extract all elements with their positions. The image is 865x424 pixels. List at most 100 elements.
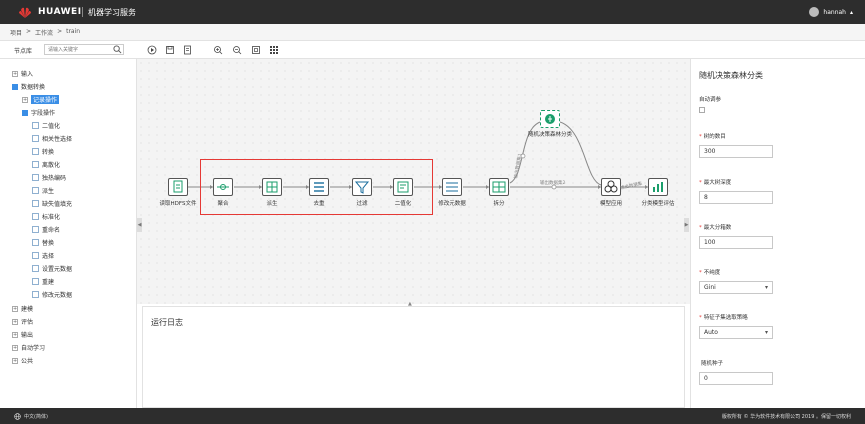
- tree-group-field-ops[interactable]: 字段操作: [22, 107, 55, 118]
- tree-icon: [545, 114, 555, 124]
- tree-group-data-transform[interactable]: 数据转换: [12, 81, 45, 92]
- breadcrumb-separator: >: [26, 28, 32, 35]
- breadcrumb: 项目 > 工作流 > train: [0, 24, 865, 41]
- toolbar: 节点库: [0, 41, 865, 59]
- node-label: 分类模型评估: [641, 201, 675, 207]
- user-menu[interactable]: hannah ▴: [809, 7, 853, 17]
- tree-group-common[interactable]: + 公共: [12, 355, 33, 366]
- collapse-right-icon[interactable]: ▶: [684, 218, 689, 232]
- tree-leaf-correlation[interactable]: 相关性选择: [32, 133, 72, 144]
- language-switcher[interactable]: 中文(简体): [14, 413, 48, 420]
- tree-leaf-binarize[interactable]: 二值化: [32, 120, 60, 131]
- random-seed-input[interactable]: 0: [699, 372, 773, 385]
- flow-node-binarize[interactable]: [393, 178, 413, 196]
- list-icon[interactable]: [183, 45, 193, 55]
- huawei-logo-icon: [19, 7, 31, 18]
- flow-node-filter[interactable]: [352, 178, 372, 196]
- tree-leaf-standardize[interactable]: 标准化: [32, 211, 60, 222]
- discretize-icon: [32, 161, 39, 168]
- run-log-title: 运行日志: [151, 318, 183, 327]
- tree-group-modeling[interactable]: + 建模: [12, 303, 33, 314]
- node-search-input[interactable]: [44, 44, 124, 55]
- expand-toggle[interactable]: +: [12, 318, 18, 325]
- derive-icon: [32, 187, 39, 194]
- tree-group-output[interactable]: + 输出: [12, 329, 33, 340]
- expand-toggle[interactable]: +: [22, 96, 28, 103]
- tree-leaf-onehot[interactable]: 独热编码: [32, 172, 66, 183]
- tree-group-input[interactable]: + 输入: [12, 68, 33, 79]
- convert-icon: [32, 148, 39, 155]
- collapse-toggle[interactable]: [22, 109, 28, 116]
- save-icon[interactable]: [165, 45, 175, 55]
- language-label: 中文(简体): [24, 414, 48, 420]
- fit-screen-icon[interactable]: [251, 45, 261, 55]
- onehot-icon: [32, 174, 39, 181]
- run-icon[interactable]: [147, 45, 157, 55]
- node-label: 模型应用: [599, 201, 623, 207]
- zoom-in-icon[interactable]: [213, 45, 223, 55]
- flow-node-model-apply[interactable]: [601, 178, 621, 196]
- tree-leaf-select[interactable]: 选择: [32, 250, 54, 261]
- expand-toggle[interactable]: +: [12, 357, 18, 364]
- tree-leaf-derive[interactable]: 派生: [32, 185, 54, 196]
- filter-icon: [354, 181, 370, 194]
- tree-leaf-rename[interactable]: 重命名: [32, 224, 60, 235]
- tree-leaf-discretize[interactable]: 离散化: [32, 159, 60, 170]
- grid-icon[interactable]: [269, 45, 279, 55]
- param-label: 随机种子: [701, 361, 724, 367]
- auto-tune-checkbox[interactable]: [699, 107, 705, 113]
- zoom-out-icon[interactable]: [232, 45, 242, 55]
- tree-leaf-replace[interactable]: 替换: [32, 237, 54, 248]
- derive-icon: [266, 181, 278, 193]
- breadcrumb-workflow[interactable]: 工作流: [35, 28, 53, 37]
- impurity-select[interactable]: Gini: [699, 281, 773, 294]
- tree-group-evaluate[interactable]: + 评估: [12, 316, 33, 327]
- user-name: hannah: [823, 8, 846, 16]
- param-label: * 特征子集选取策略: [699, 315, 748, 321]
- node-library-title: 节点库: [14, 48, 33, 55]
- tree-leaf-rebuild[interactable]: 重建: [32, 276, 54, 287]
- search-icon[interactable]: [113, 45, 122, 54]
- node-label: 拆分: [493, 201, 505, 207]
- collapse-toggle[interactable]: [12, 83, 18, 90]
- node-label: 去重: [313, 201, 325, 207]
- select-icon: [32, 252, 39, 259]
- tree-leaf-modify-metadata[interactable]: 修改元数据: [32, 289, 72, 300]
- file-icon: [173, 180, 183, 193]
- expand-toggle[interactable]: +: [12, 344, 18, 351]
- feature-subset-select[interactable]: Auto: [699, 326, 773, 339]
- flow-node-derive[interactable]: [262, 178, 282, 196]
- flow-node-classify-eval[interactable]: [648, 178, 668, 196]
- tree-label: 数据转换: [21, 84, 46, 91]
- run-log-panel: 运行日志: [142, 306, 685, 408]
- flow-node-read-hdfs[interactable]: [168, 178, 188, 196]
- tree-group-record-ops[interactable]: + 记录操作: [22, 94, 60, 105]
- expand-toggle[interactable]: +: [12, 70, 18, 77]
- flow-node-modify-metadata[interactable]: [442, 178, 462, 196]
- edge-label: 输出数据集2: [540, 181, 566, 186]
- expand-toggle[interactable]: +: [12, 331, 18, 338]
- tree-leaf-convert[interactable]: 转换: [32, 146, 54, 157]
- max-bins-input[interactable]: 100: [699, 236, 773, 249]
- replace-icon: [32, 239, 39, 246]
- flow-node-aggregate[interactable]: [213, 178, 233, 196]
- param-label: * 最大分箱数: [699, 225, 732, 231]
- collapse-left-icon[interactable]: ◀: [137, 218, 142, 232]
- flow-node-random-forest[interactable]: [540, 110, 560, 128]
- flow-node-split[interactable]: [489, 178, 509, 196]
- properties-title: 随机决策森林分类: [699, 71, 763, 80]
- modify-metadata-icon: [32, 291, 39, 298]
- tree-leaf-set-metadata[interactable]: 设置元数据: [32, 263, 72, 274]
- breadcrumb-project[interactable]: 项目: [10, 28, 22, 37]
- tree-count-input[interactable]: 300: [699, 145, 773, 158]
- node-label: 过滤: [356, 201, 368, 207]
- flow-node-dedupe[interactable]: [309, 178, 329, 196]
- node-label: 修改元数据: [438, 201, 466, 207]
- tree-leaf-fill-missing[interactable]: 缺失值填充: [32, 198, 72, 209]
- tree-group-automl[interactable]: + 自动学习: [12, 342, 45, 353]
- brand-name: HUAWEI: [38, 7, 82, 17]
- max-depth-input[interactable]: 8: [699, 191, 773, 204]
- breadcrumb-current: train: [66, 28, 81, 35]
- expand-toggle[interactable]: +: [12, 305, 18, 312]
- fill-missing-icon: [32, 200, 39, 207]
